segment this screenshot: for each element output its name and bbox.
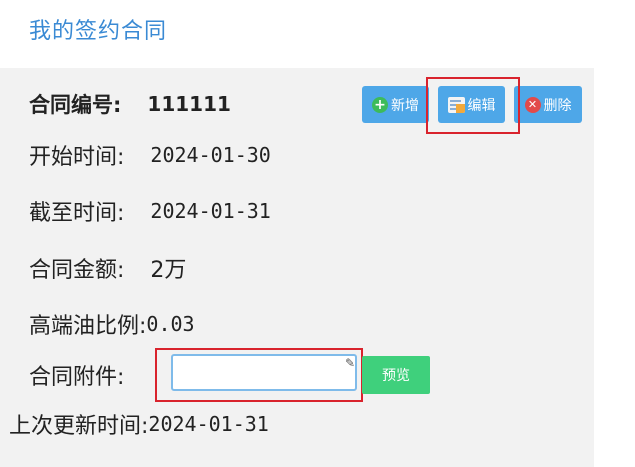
last-updated-row: 上次更新时间: 2024-01-31 [9, 409, 269, 439]
contract-page: 我的签约合同 合同编号: 111111 + 新增 编辑 ✕ 删除 开始时间: 2… [0, 0, 635, 467]
delete-button-label: 删除 [543, 97, 572, 114]
contract-number-row: 合同编号: 111111 [29, 89, 231, 119]
add-button-label: 新增 [391, 97, 419, 114]
edit-note-icon [447, 96, 465, 113]
contract-amount-value: 2万 [150, 258, 187, 283]
preview-button[interactable]: 预览 [362, 356, 430, 394]
delete-button[interactable]: ✕ 删除 [514, 86, 582, 123]
close-circle-icon: ✕ [524, 96, 541, 113]
pencil-icon: ✎ [345, 356, 356, 370]
premium-oil-ratio-row: 高端油比例: 0.03 [29, 309, 195, 339]
edit-button-label: 编辑 [467, 97, 496, 114]
end-time-value: 2024-01-31 [150, 199, 271, 223]
page-title: 我的签约合同 [29, 19, 168, 44]
attachment-input[interactable] [171, 354, 357, 391]
last-updated-label: 上次更新时间: [9, 414, 149, 439]
end-time-row: 截至时间: 2024-01-31 [29, 196, 271, 226]
start-time-value: 2024-01-30 [150, 143, 271, 167]
edit-button[interactable]: 编辑 [438, 86, 505, 123]
start-time-row: 开始时间: 2024-01-30 [29, 140, 271, 170]
last-updated-value: 2024-01-31 [148, 412, 269, 436]
contract-amount-label: 合同金额: [29, 258, 125, 283]
attachment-row: 合同附件: [29, 360, 124, 390]
contract-number-label: 合同编号: [29, 93, 122, 117]
plus-circle-icon: + [372, 96, 388, 113]
contract-amount-row: 合同金额: 2万 [29, 253, 186, 283]
end-time-label: 截至时间: [29, 201, 125, 226]
premium-oil-ratio-value: 0.03 [146, 312, 195, 336]
attachment-label: 合同附件: [29, 365, 125, 390]
start-time-label: 开始时间: [29, 145, 125, 170]
premium-oil-ratio-label: 高端油比例: [29, 314, 147, 339]
add-button[interactable]: + 新增 [362, 86, 429, 123]
contract-number-value: 111111 [147, 92, 231, 116]
